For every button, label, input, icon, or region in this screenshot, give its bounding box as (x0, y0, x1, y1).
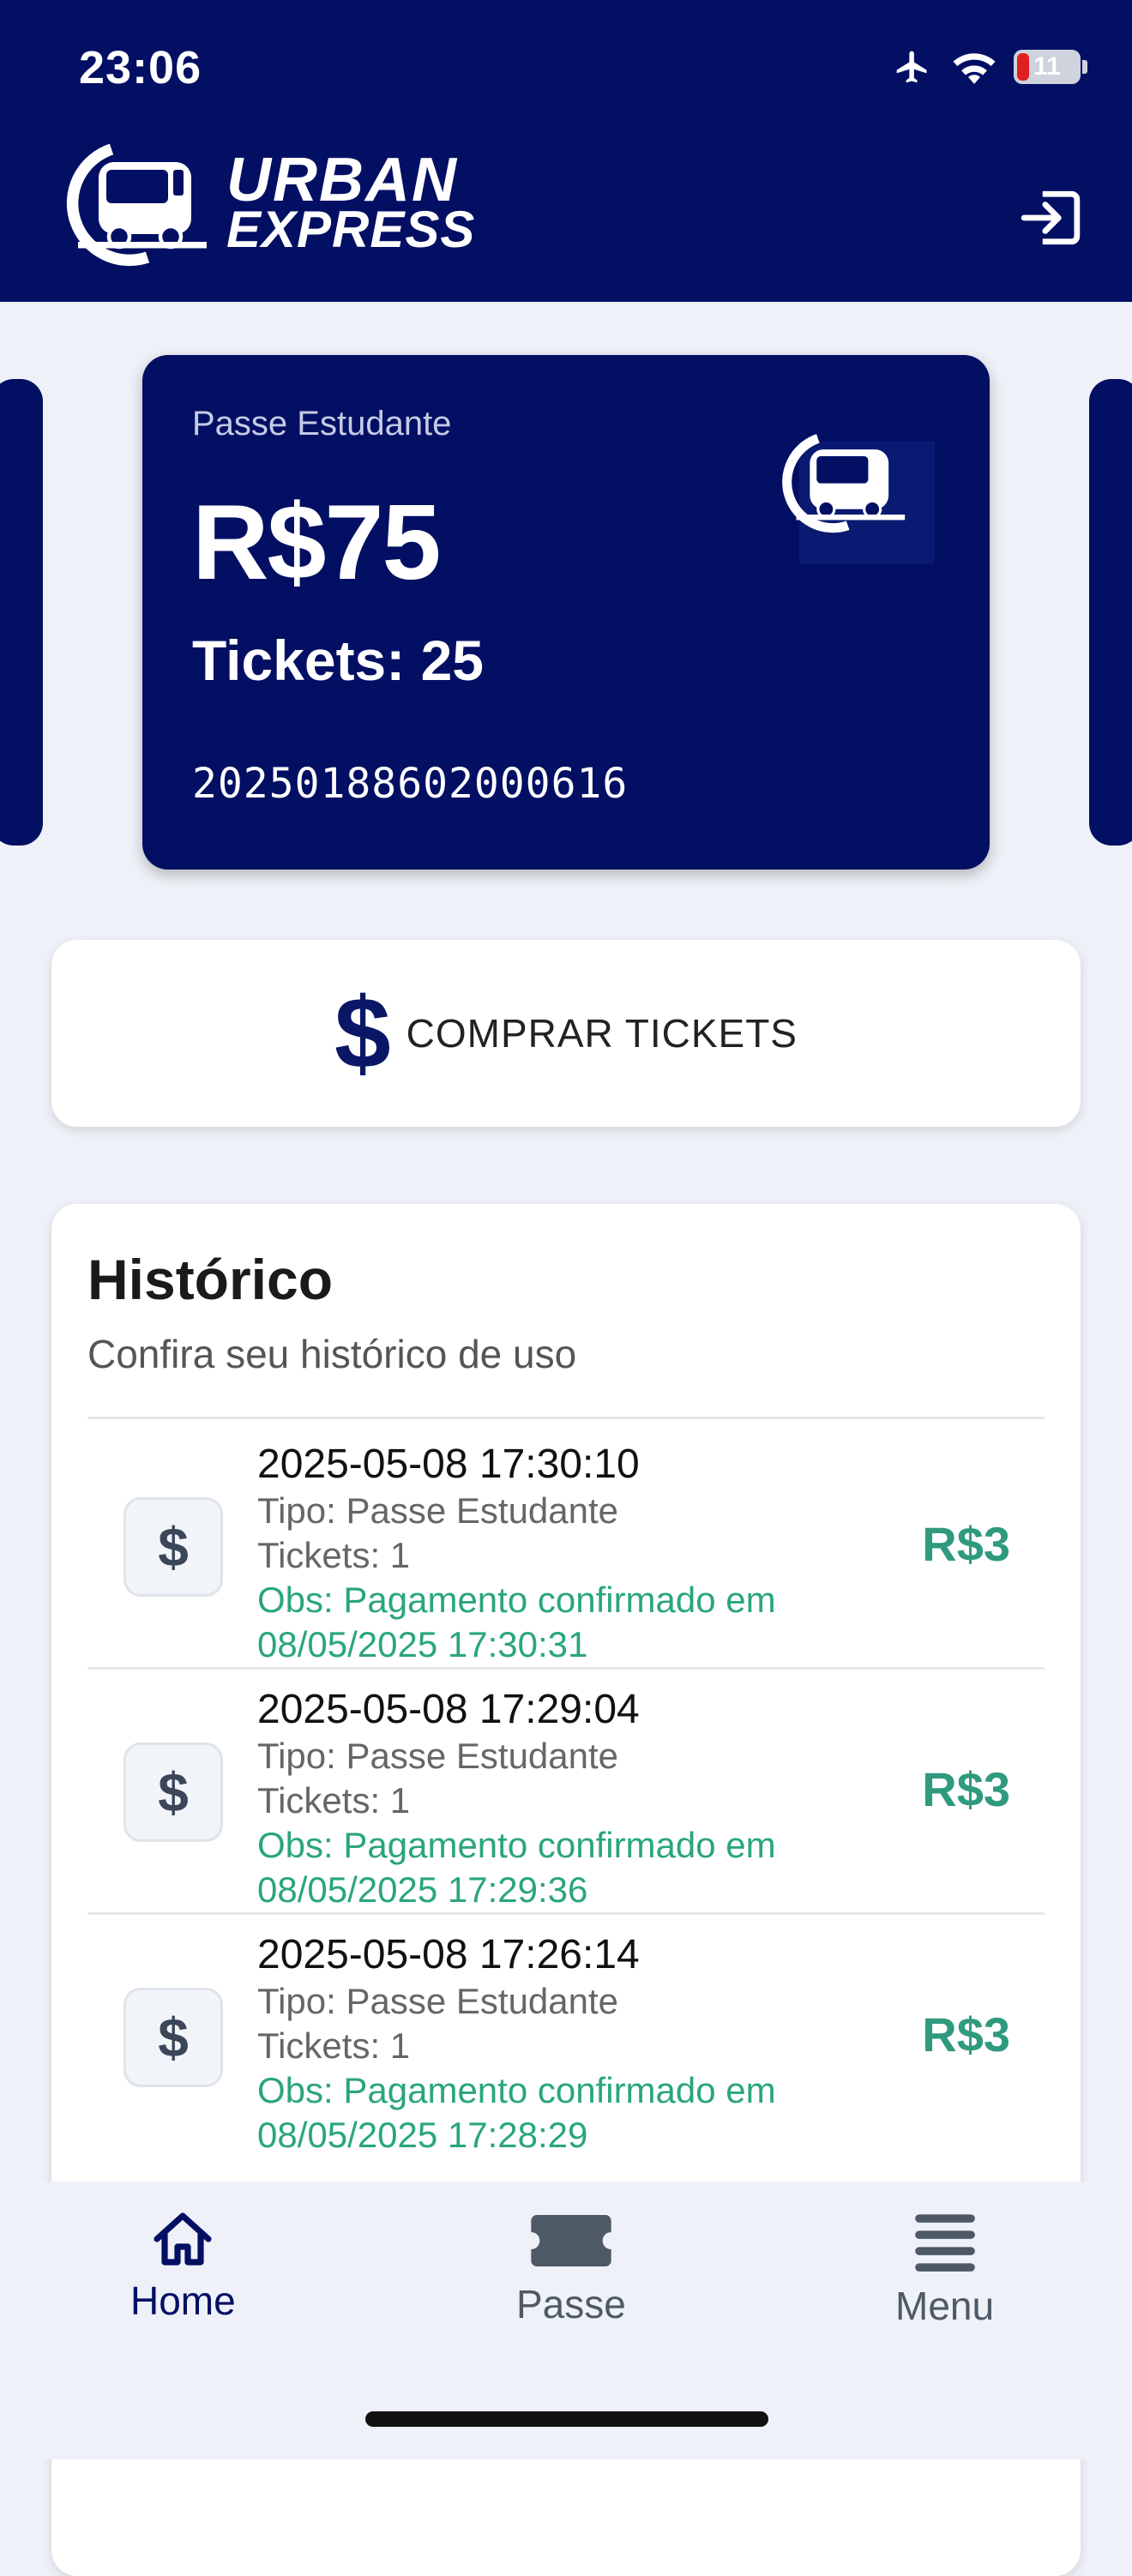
nav-menu-label: Menu (895, 2284, 995, 2328)
history-item-type: Tipo: Passe Estudante (257, 1736, 619, 1776)
history-item[interactable]: $ 2025-05-08 17:30:10 Tipo: Passe Estuda… (87, 1422, 1045, 1670)
history-item-value: R$3 (922, 1762, 1010, 1816)
history-title: Histórico (87, 1248, 334, 1311)
dollar-icon: $ (123, 1497, 223, 1597)
nav-pass-label: Passe (516, 2282, 626, 2326)
pass-card[interactable]: Passe Estudante R$75 Tickets: 25 2025018… (142, 355, 990, 870)
buy-tickets-button[interactable]: $ COMPRAR TICKETS (51, 940, 1081, 1127)
buy-tickets-label: COMPRAR TICKETS (406, 1011, 798, 1056)
history-item-tickets: Tickets: 1 (257, 1780, 411, 1821)
nav-pass[interactable]: Passe (516, 2211, 626, 2327)
history-item-datetime: 2025-05-08 17:29:04 (257, 1687, 640, 1732)
pass-number: 20250188602000616 (192, 760, 629, 808)
dollar-icon: $ (123, 1988, 223, 2087)
history-item-obs: Obs: Pagamento confirmado em 08/05/2025 … (257, 1825, 776, 1910)
logo-text-express: EXPRESS (226, 201, 476, 259)
home-indicator (365, 2411, 768, 2427)
dollar-icon: $ (334, 977, 391, 1090)
dollar-icon: $ (123, 1742, 223, 1842)
divider (87, 1417, 1045, 1419)
ticket-icon (531, 2215, 611, 2266)
logo-text-urban: URBAN (226, 146, 458, 215)
status-time: 23:06 (79, 42, 202, 93)
history-item-datetime: 2025-05-08 17:26:14 (257, 1932, 640, 1977)
airplane-mode-icon (896, 51, 927, 83)
app-header: 23:06 11 URBAN EXPRESS (0, 0, 1132, 302)
nav-home-label: Home (130, 2278, 236, 2323)
history-item-obs: Obs: Pagamento confirmado em 08/05/2025 … (257, 1580, 776, 1664)
bus-logo-icon (66, 143, 207, 267)
urban-express-logo: URBAN EXPRESS (60, 139, 475, 268)
status-icons: 11 (890, 48, 1087, 86)
pass-tickets: Tickets: 25 (192, 629, 484, 692)
bus-logo-icon (782, 434, 935, 564)
pass-balance: R$75 (192, 484, 441, 602)
home-icon (154, 2212, 212, 2266)
history-item-obs: Obs: Pagamento confirmado em 08/05/2025 … (257, 2070, 776, 2155)
logout-icon[interactable] (1019, 189, 1082, 247)
battery-icon: 11 (1014, 50, 1081, 84)
history-item-value: R$3 (922, 2007, 1010, 2061)
history-item-datetime: 2025-05-08 17:30:10 (257, 1441, 640, 1487)
hamburger-menu-icon (914, 2214, 975, 2272)
nav-home[interactable]: Home (130, 2211, 236, 2324)
history-subtitle: Confira seu histórico de uso (87, 1332, 577, 1376)
history-item[interactable]: $ 2025-05-08 17:26:14 Tipo: Passe Estuda… (87, 1912, 1045, 2158)
wifi-icon (953, 53, 996, 84)
history-item[interactable]: $ 2025-05-08 17:29:04 Tipo: Passe Estuda… (87, 1667, 1045, 1915)
battery-level: 11 (1033, 52, 1061, 81)
history-item-tickets: Tickets: 1 (257, 2025, 411, 2066)
history-item-type: Tipo: Passe Estudante (257, 1981, 619, 2021)
nav-menu[interactable]: Menu (895, 2211, 994, 2329)
history-item-tickets: Tickets: 1 (257, 1535, 411, 1575)
previous-pass-card[interactable] (0, 379, 43, 846)
pass-type: Passe Estudante (192, 405, 452, 442)
next-pass-card[interactable] (1089, 379, 1132, 846)
history-item-type: Tipo: Passe Estudante (257, 1490, 619, 1531)
history-item-value: R$3 (922, 1517, 1010, 1571)
